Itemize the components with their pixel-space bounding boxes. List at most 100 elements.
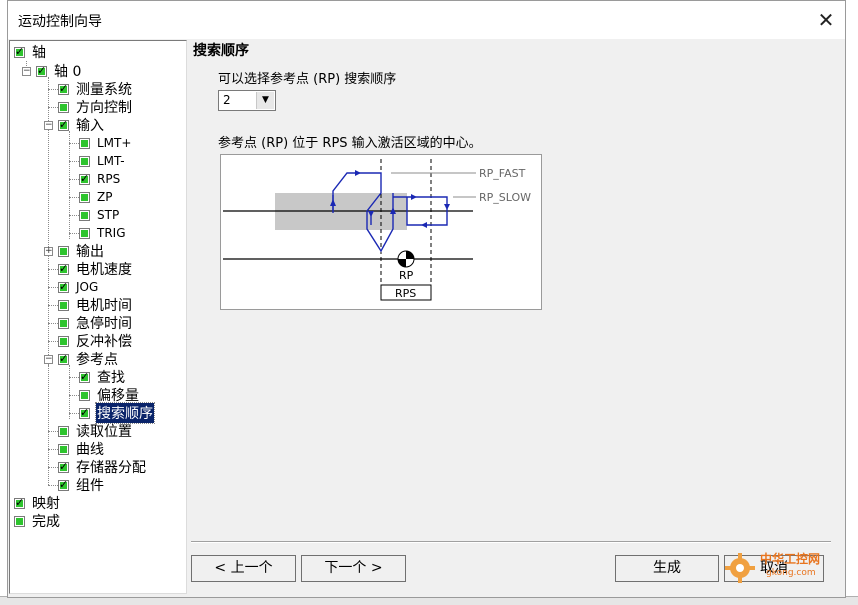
tree-item-estop-time[interactable]: 急停时间 xyxy=(58,314,133,332)
checkbox[interactable] xyxy=(58,425,69,437)
rps-label: RPS xyxy=(395,287,416,300)
tree-item-label: 偏移量 xyxy=(97,388,139,404)
checkbox[interactable]: ✓ xyxy=(79,172,90,185)
checkbox[interactable]: ✓ xyxy=(79,370,90,383)
tree-item-trig[interactable]: TRIG xyxy=(79,224,127,242)
tree-item-direction[interactable]: 方向控制 xyxy=(58,98,133,116)
expand-icon[interactable]: + xyxy=(44,247,53,256)
tree-item-output[interactable]: 输出 xyxy=(58,242,105,260)
tree-item-label: 完成 xyxy=(32,514,60,530)
rp-label: RP xyxy=(399,269,414,282)
checkbox[interactable]: ✓ xyxy=(79,406,90,419)
tree-item-label: STP xyxy=(97,208,120,222)
collapse-icon[interactable]: − xyxy=(22,67,31,76)
close-icon[interactable]: ✕ xyxy=(813,7,839,33)
tree-item-refpoint[interactable]: ✓ 参考点 xyxy=(58,350,119,368)
tree-item-label: 读取位置 xyxy=(76,424,132,440)
tree-item-input[interactable]: ✓ 输入 xyxy=(58,116,105,134)
tree-item-label: 反冲补偿 xyxy=(76,334,132,350)
checkbox[interactable] xyxy=(79,227,90,239)
wizard-tree: − − + − ✓ 轴 ✓ 轴 0 ✓ 测量系统 方向控制 ✓ 输入 LMT+ … xyxy=(9,40,187,594)
tree-item-measure[interactable]: ✓ 测量系统 xyxy=(58,80,133,98)
checkbox[interactable] xyxy=(58,443,69,455)
tree-item-motor-speed[interactable]: ✓ 电机速度 xyxy=(58,260,133,278)
tree-item-label: ZP xyxy=(97,190,113,204)
tree-item-lmt-plus[interactable]: LMT+ xyxy=(79,134,132,152)
tree-item-label: 曲线 xyxy=(76,442,104,458)
tree-item-lmt-minus[interactable]: LMT- xyxy=(79,152,126,170)
title-bar: 运动控制向导 ✕ xyxy=(8,1,845,39)
tree-item-label: RPS xyxy=(97,172,121,186)
tree-item-label-selected: 搜索顺序 xyxy=(95,402,155,424)
tree-item-motor-time[interactable]: 电机时间 xyxy=(58,296,133,314)
tree-item-label: 电机速度 xyxy=(76,262,132,278)
tree-item-label: LMT+ xyxy=(97,136,132,150)
checkbox[interactable]: ✓ xyxy=(36,64,47,77)
tree-item-label: 查找 xyxy=(97,370,125,386)
tree-item-memory[interactable]: ✓ 存储器分配 xyxy=(58,458,147,476)
tree-item-component[interactable]: ✓ 组件 xyxy=(58,476,105,494)
checkbox[interactable]: ✓ xyxy=(58,478,69,491)
watermark: 中华工控网 gkong.com xyxy=(720,548,848,588)
checkbox[interactable] xyxy=(58,335,69,347)
tree-item-label: 测量系统 xyxy=(76,82,132,98)
dialog-title: 运动控制向导 xyxy=(18,14,102,30)
checkbox[interactable]: ✓ xyxy=(14,496,25,509)
tree-item-label: 急停时间 xyxy=(76,316,132,332)
section-title: 搜索顺序 xyxy=(193,43,249,59)
tree-item-axis[interactable]: ✓ 轴 xyxy=(14,43,47,61)
tree-item-curve[interactable]: 曲线 xyxy=(58,440,105,458)
search-order-description: 参考点 (RP) 位于 RPS 输入激活区域的中心。 xyxy=(218,136,482,151)
checkbox[interactable] xyxy=(79,389,90,401)
collapse-icon[interactable]: − xyxy=(44,121,53,130)
checkbox[interactable]: ✓ xyxy=(14,45,25,58)
tree-item-rps[interactable]: ✓ RPS xyxy=(79,170,121,188)
gear-icon xyxy=(725,553,755,583)
checkbox[interactable] xyxy=(58,245,69,257)
tree-item-mapping[interactable]: ✓ 映射 xyxy=(14,494,61,512)
tree-item-label: 参考点 xyxy=(76,352,118,368)
tree-item-label: JOG xyxy=(76,280,99,294)
tree-item-search-order[interactable]: ✓ 搜索顺序 xyxy=(79,402,155,424)
checkbox[interactable]: ✓ xyxy=(58,280,69,293)
tree-item-label: 轴 xyxy=(32,45,46,61)
search-order-label: 可以选择参考点 (RP) 搜索顺序 xyxy=(218,72,397,87)
tree-item-label: 组件 xyxy=(76,478,104,494)
tree-item-jog[interactable]: ✓ JOG xyxy=(58,278,99,296)
tree-item-label: 输入 xyxy=(76,118,104,134)
tree-item-label: LMT- xyxy=(97,154,125,168)
checkbox[interactable] xyxy=(58,299,69,311)
tree-item-offset[interactable]: 偏移量 xyxy=(79,386,140,404)
collapse-icon[interactable]: − xyxy=(44,355,53,364)
checkbox[interactable] xyxy=(58,317,69,329)
checkbox[interactable]: ✓ xyxy=(58,262,69,275)
checkbox[interactable]: ✓ xyxy=(58,460,69,473)
checkbox[interactable] xyxy=(14,515,25,527)
next-button[interactable]: 下一个 > xyxy=(301,555,406,582)
search-order-select[interactable]: 2 ▼ xyxy=(218,90,276,111)
tree-item-axis0[interactable]: ✓ 轴 0 xyxy=(36,62,82,80)
chevron-down-icon[interactable]: ▼ xyxy=(256,92,274,109)
checkbox[interactable] xyxy=(79,137,90,149)
checkbox[interactable] xyxy=(79,191,90,203)
checkbox[interactable] xyxy=(79,155,90,167)
tree-item-read-pos[interactable]: 读取位置 xyxy=(58,422,133,440)
tree-item-label: 映射 xyxy=(32,496,60,512)
checkbox[interactable]: ✓ xyxy=(58,82,69,95)
checkbox[interactable] xyxy=(58,101,69,113)
diagram-svg: RP_FAST RP_SLOW RP RPS xyxy=(223,159,531,301)
tree-item-label: 方向控制 xyxy=(76,100,132,116)
tree-item-zp[interactable]: ZP xyxy=(79,188,113,206)
search-order-value: 2 xyxy=(223,93,231,107)
checkbox[interactable]: ✓ xyxy=(58,118,69,131)
tree-item-finish[interactable]: 完成 xyxy=(14,512,61,530)
generate-button[interactable]: 生成 xyxy=(615,555,719,582)
watermark-text: 中华工控网 xyxy=(760,552,821,566)
prev-button[interactable]: < 上一个 xyxy=(191,555,296,582)
tree-item-backlash[interactable]: 反冲补偿 xyxy=(58,332,133,350)
checkbox[interactable] xyxy=(79,209,90,221)
tree-item-find[interactable]: ✓ 查找 xyxy=(79,368,126,386)
checkbox[interactable]: ✓ xyxy=(58,352,69,365)
tree-item-stp[interactable]: STP xyxy=(79,206,120,224)
button-separator xyxy=(191,541,831,543)
